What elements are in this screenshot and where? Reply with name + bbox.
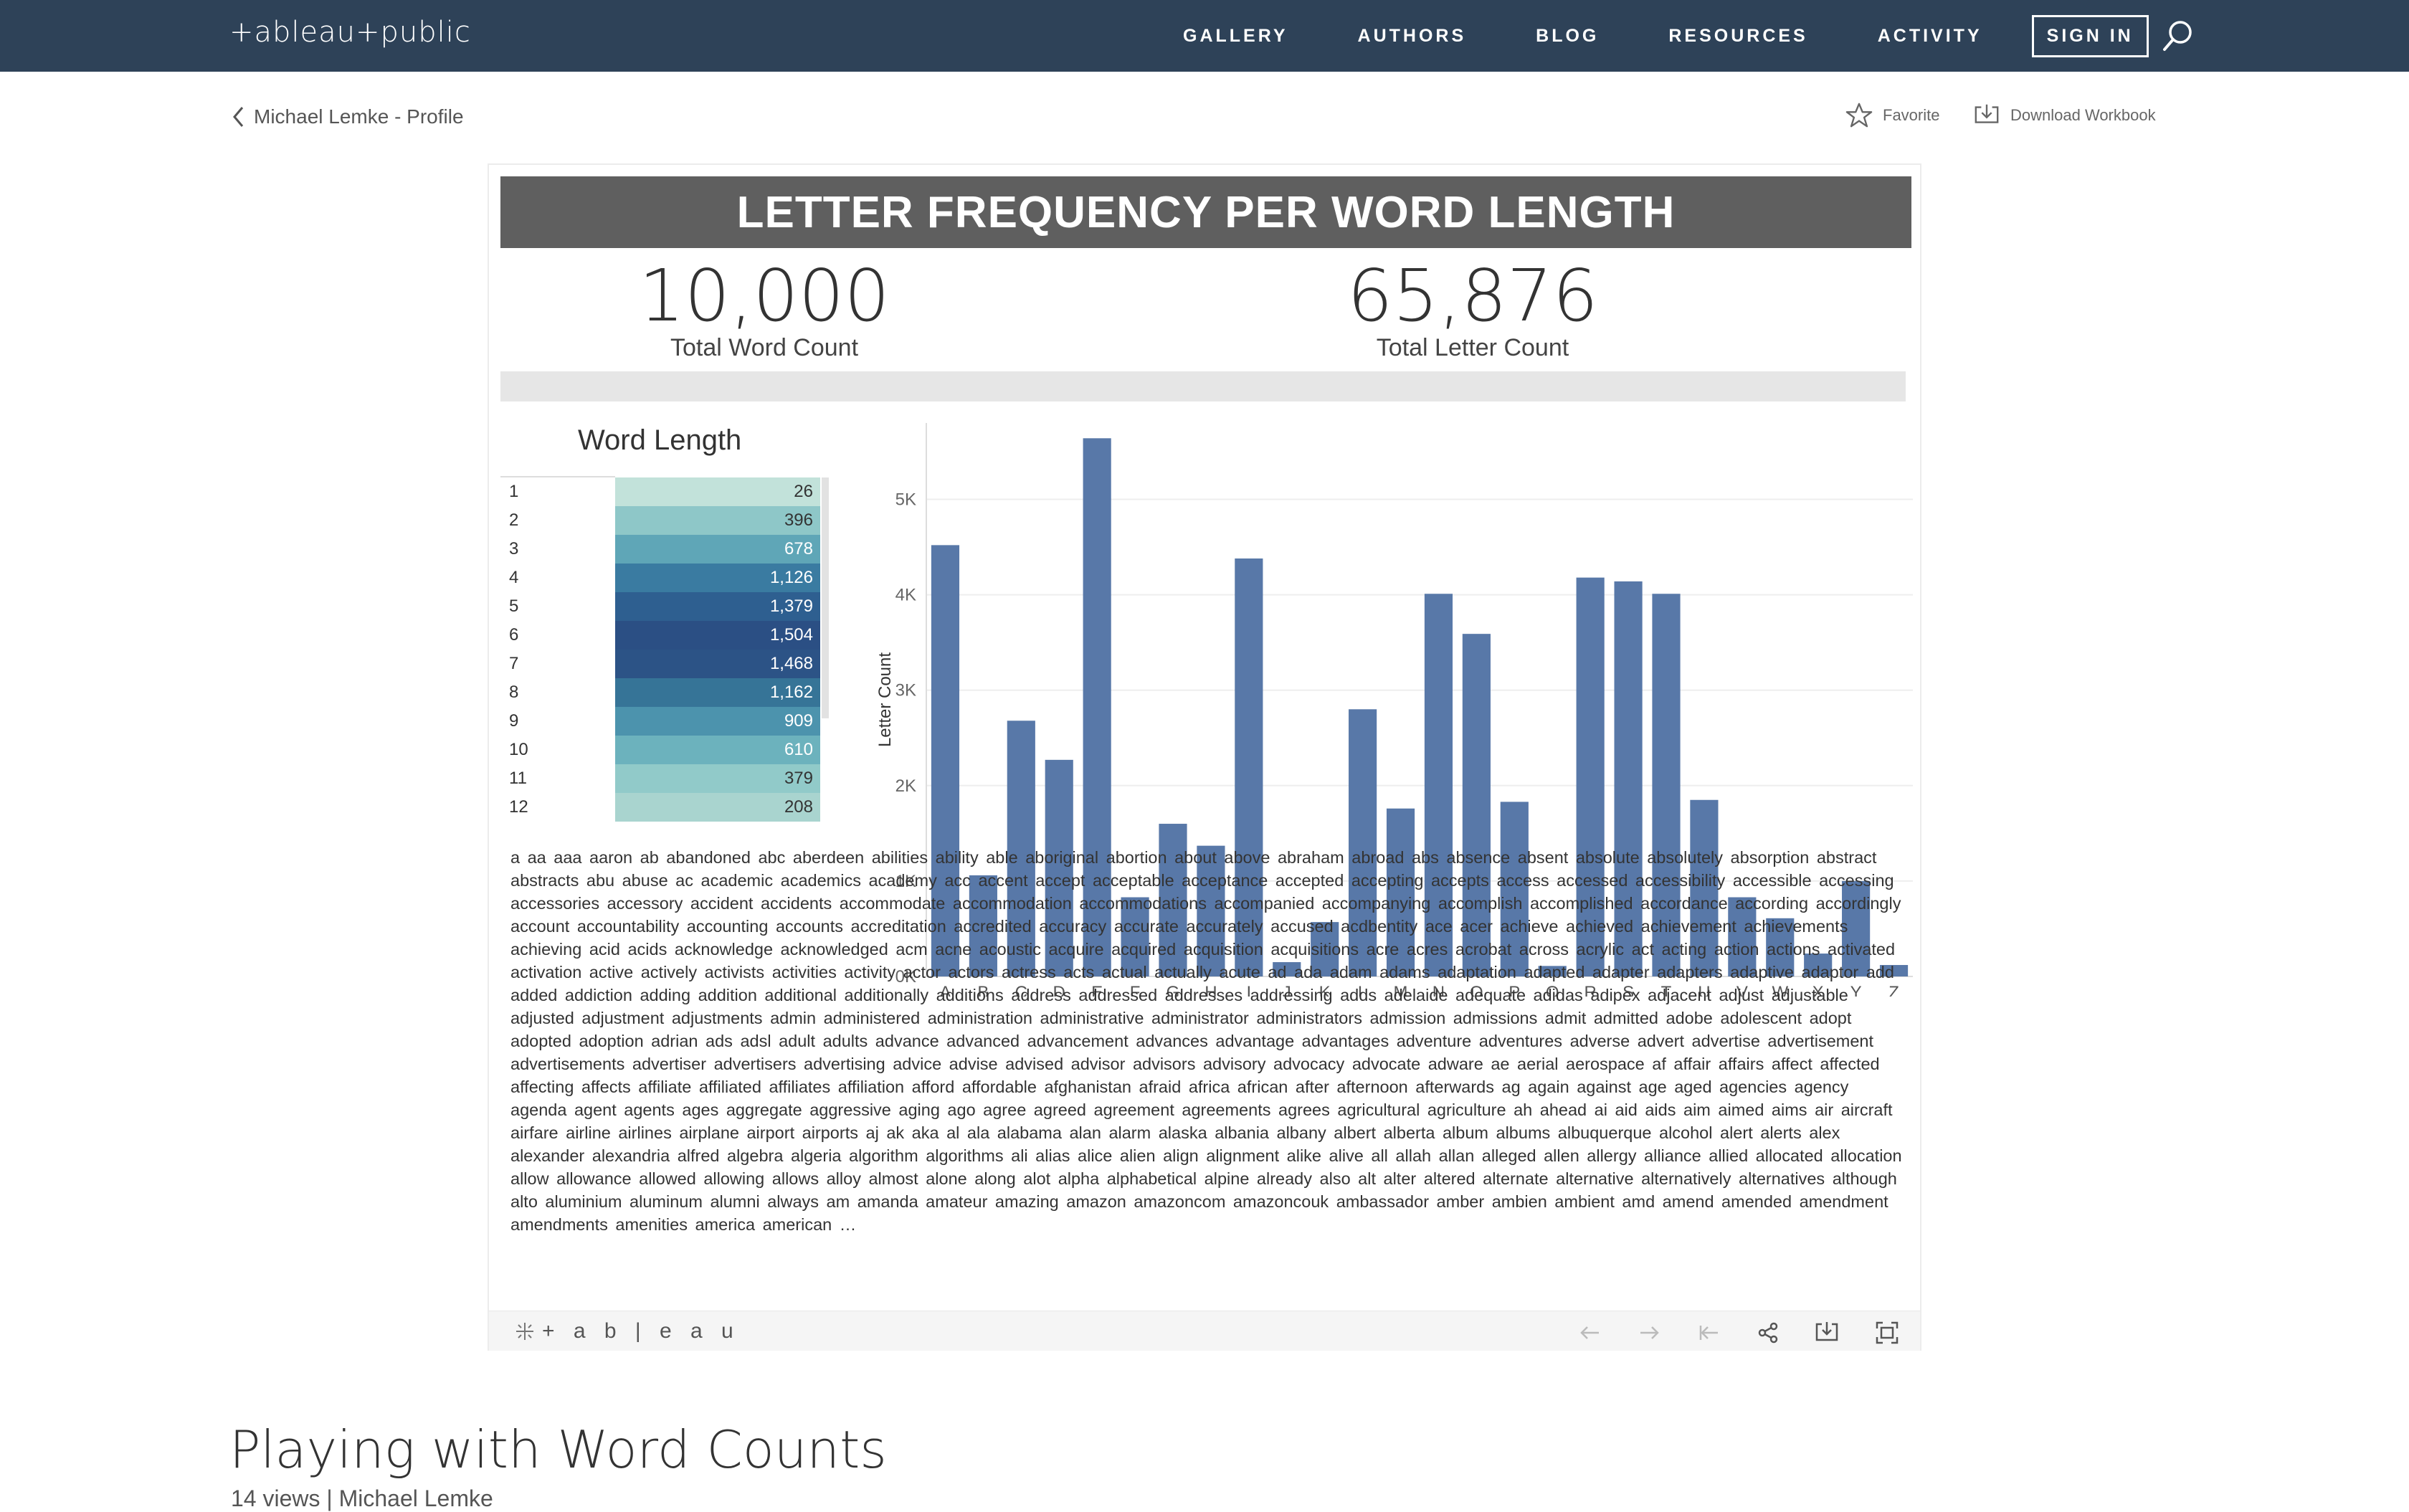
viz-heading: Playing with Word Counts	[229, 1420, 887, 1480]
word-count-cell: 1,162	[615, 678, 820, 707]
word-length-key: 3	[509, 539, 519, 558]
word-list-text: a aa aaa aaron ab abandoned abc aberdeen…	[510, 848, 1902, 1234]
kpi-letter-count-label: Total Letter Count	[1376, 334, 1569, 361]
back-to-profile-link[interactable]: Michael Lemke - Profile	[231, 105, 464, 129]
viz-toolbar: + a b | e a u	[489, 1311, 1920, 1351]
nav-activity[interactable]: ACTIVITY	[1878, 26, 1982, 47]
redo-icon[interactable]	[1636, 1320, 1662, 1346]
viz-title: LETTER FREQUENCY PER WORD LENGTH	[500, 176, 1911, 248]
nav-authors[interactable]: AUTHORS	[1358, 26, 1467, 47]
table-row[interactable]: 11 379	[500, 764, 830, 793]
word-length-key: 5	[509, 596, 519, 616]
word-length-key: 11	[509, 769, 527, 788]
word-length-key: 9	[509, 711, 519, 731]
word-length-key: 8	[509, 683, 519, 702]
table-row[interactable]: 7 1,468	[500, 650, 830, 678]
divider-band	[500, 371, 1906, 401]
favorite-label: Favorite	[1883, 106, 1940, 124]
revert-icon[interactable]	[1696, 1320, 1722, 1346]
word-length-key: 6	[509, 625, 519, 645]
word-count-cell: 26	[615, 477, 820, 506]
kpi-word-count-label: Total Word Count	[670, 334, 859, 361]
table-row[interactable]: 12 208	[500, 793, 830, 822]
y-tick-label: 2K	[895, 776, 916, 796]
word-length-table[interactable]: 1 26 2 396 3 678 4 1,126 5 1,379 6 1,504 7 1,468 8 1,16…	[500, 477, 830, 822]
toolbar-logo-text: + a b | e a u	[542, 1319, 740, 1343]
fullscreen-icon[interactable]	[1874, 1320, 1900, 1346]
table-scrollbar[interactable]	[822, 477, 829, 718]
tableau-public-logo[interactable]: +ableau+public	[229, 16, 471, 49]
nav-gallery[interactable]: GALLERY	[1183, 26, 1288, 47]
table-row[interactable]: 3 678	[500, 535, 830, 564]
table-row[interactable]: 10 610	[500, 736, 830, 764]
table-row[interactable]: 5 1,379	[500, 592, 830, 621]
word-length-key: 10	[509, 740, 528, 759]
table-row[interactable]: 2 396	[500, 506, 830, 535]
download-label: Download Workbook	[2010, 106, 2156, 124]
back-link-label: Michael Lemke - Profile	[254, 105, 464, 128]
kpi-word-count-value: 10,000	[639, 254, 890, 338]
word-count-cell: 1,468	[615, 650, 820, 678]
table-row[interactable]: 4 1,126	[500, 564, 830, 592]
word-count-cell: 610	[615, 736, 820, 764]
y-tick-label: 3K	[895, 681, 916, 700]
y-tick-label: 5K	[895, 490, 916, 509]
y-axis-title: Letter Count	[875, 652, 895, 747]
kpi-letter-count-value: 65,876	[1347, 254, 1598, 338]
favorite-button[interactable]: Favorite	[1845, 102, 1939, 129]
download-viz-icon[interactable]	[1814, 1320, 1840, 1346]
word-length-title: Word Length	[578, 424, 742, 456]
tableau-toolbar-logo[interactable]: + a b | e a u	[512, 1318, 740, 1344]
word-count-cell: 1,126	[615, 564, 820, 592]
download-icon	[1975, 104, 1999, 123]
download-workbook-button[interactable]: Download Workbook	[1973, 102, 2156, 129]
table-row[interactable]: 1 26	[500, 477, 830, 506]
word-length-key: 7	[509, 654, 519, 673]
word-length-key: 2	[509, 510, 519, 530]
viz-meta: 14 views | Michael Lemke	[231, 1485, 493, 1511]
word-count-cell: 379	[615, 764, 820, 793]
word-count-cell: 678	[615, 535, 820, 564]
word-count-cell: 396	[615, 506, 820, 535]
star-icon	[1845, 103, 1873, 128]
nav-blog[interactable]: BLOG	[1536, 26, 1599, 47]
table-row[interactable]: 9 909	[500, 707, 830, 736]
nav-resources[interactable]: RESOURCES	[1668, 26, 1807, 47]
undo-icon[interactable]	[1577, 1320, 1603, 1346]
nav-menu: GALLERY AUTHORS BLOG RESOURCES ACTIVITY …	[1183, 0, 2149, 72]
chevron-left-icon	[233, 107, 244, 127]
word-count-cell: 208	[615, 793, 820, 822]
tableau-viz-frame: LETTER FREQUENCY PER WORD LENGTH 10,000 …	[488, 163, 1921, 1351]
word-count-cell: 909	[615, 707, 820, 736]
top-nav-bar: +ableau+public GALLERY AUTHORS BLOG RESO…	[0, 0, 2409, 72]
share-icon[interactable]	[1755, 1320, 1781, 1346]
word-length-key: 12	[509, 797, 528, 817]
kpi-total-word-count: 10,000 Total Word Count	[549, 257, 979, 362]
word-length-key: 1	[509, 482, 519, 501]
search-icon[interactable]	[2161, 19, 2195, 53]
word-count-cell: 1,504	[615, 621, 820, 650]
word-length-key: 4	[509, 568, 519, 587]
kpi-total-letter-count: 65,876 Total Letter Count	[1258, 257, 1688, 362]
table-row[interactable]: 8 1,162	[500, 678, 830, 707]
sign-in-button[interactable]: SIGN IN	[2031, 14, 2149, 57]
tableau-cross-icon	[516, 1323, 533, 1340]
word-count-cell: 1,379	[615, 592, 820, 621]
y-tick-label: 4K	[895, 586, 916, 605]
table-row[interactable]: 6 1,504	[500, 621, 830, 650]
